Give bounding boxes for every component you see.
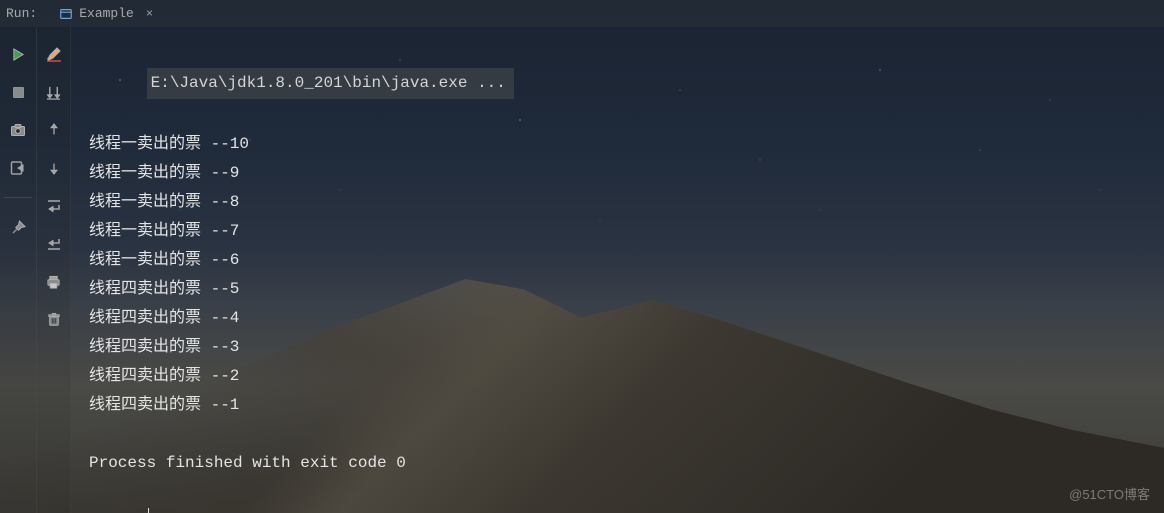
up-arrow-icon[interactable] [43,119,65,141]
down-arrow-icon[interactable] [43,157,65,179]
run-tool-header: Run: Example × [0,0,1164,27]
console-output[interactable]: E:\Java\jdk1.8.0_201\bin\java.exe ... 线程… [71,27,1164,513]
console-line: 线程四卖出的票 --2 [89,362,1154,391]
application-icon [59,7,73,21]
scroll-down-icon[interactable] [43,81,65,103]
run-label: Run: [6,6,37,21]
console-line: 线程四卖出的票 --1 [89,391,1154,420]
wrap-bottom-icon[interactable] [43,233,65,255]
run-icon[interactable] [7,43,29,65]
console-line: Process finished with exit code 0 [89,449,1154,478]
wrap-top-icon[interactable] [43,195,65,217]
tab-label: Example [79,6,134,21]
toolbar-separator [4,197,33,198]
console-line: 线程一卖出的票 --10 [89,130,1154,159]
trash-icon[interactable] [43,309,65,331]
run-side-toolbar-right [37,27,71,513]
console-line [89,420,1154,449]
text-cursor [148,508,149,513]
console-line: 线程一卖出的票 --6 [89,246,1154,275]
pin-icon[interactable] [7,216,29,238]
edit-pencil-icon[interactable] [43,43,65,65]
console-line: 线程四卖出的票 --3 [89,333,1154,362]
close-icon[interactable]: × [146,7,153,21]
stop-icon[interactable] [7,81,29,103]
console-line: 线程一卖出的票 --7 [89,217,1154,246]
run-side-toolbar-left [0,27,37,513]
print-icon[interactable] [43,271,65,293]
console-line: 线程四卖出的票 --5 [89,275,1154,304]
camera-icon[interactable] [7,119,29,141]
console-line: 线程一卖出的票 --8 [89,188,1154,217]
run-tab-example[interactable]: Example × [55,2,159,25]
exit-in-icon[interactable] [7,157,29,179]
console-line: 线程一卖出的票 --9 [89,159,1154,188]
watermark: @51CTO博客 [1069,484,1150,503]
console-line: 线程四卖出的票 --4 [89,304,1154,333]
command-line: E:\Java\jdk1.8.0_201\bin\java.exe ... [147,68,514,99]
